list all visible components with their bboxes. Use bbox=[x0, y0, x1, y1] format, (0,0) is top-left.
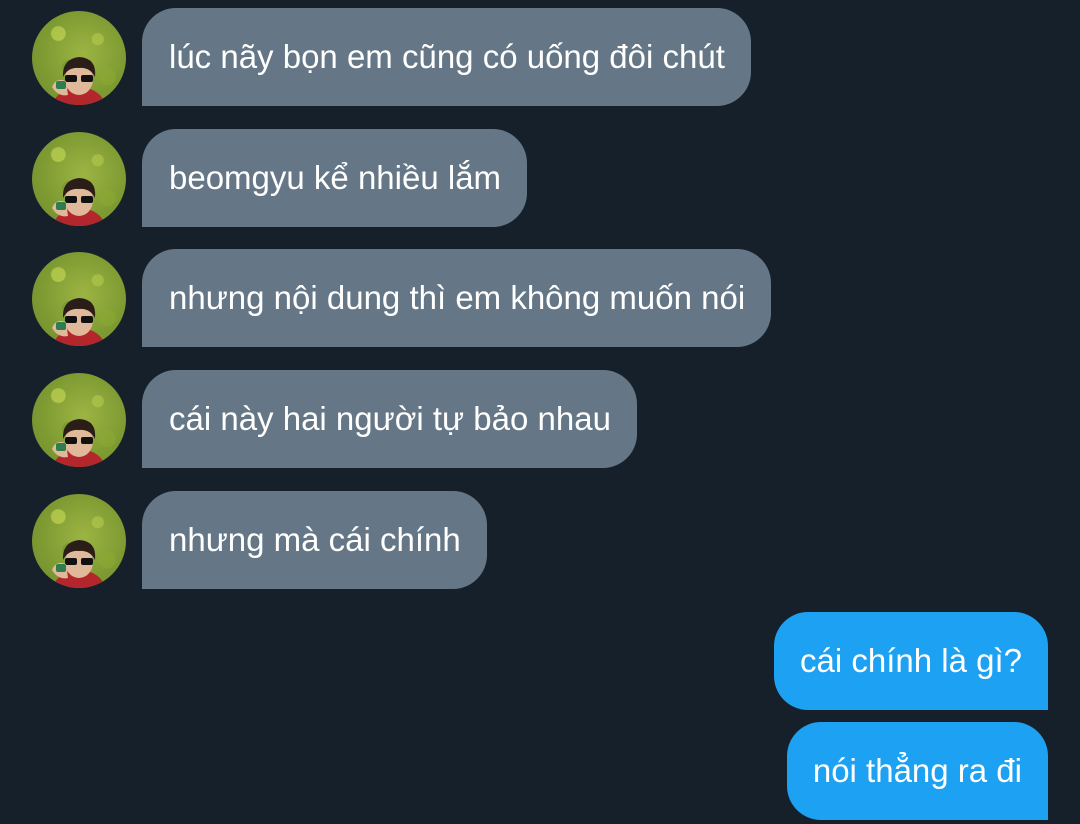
message-text: cái chính là gì? bbox=[800, 642, 1022, 679]
message-row-incoming: nhưng nội dung thì em không muốn nói bbox=[0, 249, 1080, 349]
incoming-message-bubble[interactable]: beomgyu kể nhiều lắm bbox=[142, 129, 528, 227]
message-text: cái này hai người tự bảo nhau bbox=[169, 400, 611, 437]
message-text: beomgyu kể nhiều lắm bbox=[169, 159, 502, 196]
message-row-incoming: cái này hai người tự bảo nhau bbox=[0, 370, 1080, 470]
message-text: nhưng nội dung thì em không muốn nói bbox=[169, 279, 746, 316]
message-text: nói thẳng ra đi bbox=[812, 752, 1022, 789]
message-row-outgoing: nói thẳng ra đi bbox=[0, 722, 1080, 822]
message-row-outgoing: cái chính là gì? bbox=[0, 612, 1080, 712]
chat-thread: lúc nãy bọn em cũng có uống đôi chút beo… bbox=[0, 0, 1080, 824]
outgoing-message-bubble[interactable]: cái chính là gì? bbox=[774, 612, 1048, 710]
avatar-icon[interactable] bbox=[32, 252, 126, 346]
message-row-incoming: lúc nãy bọn em cũng có uống đôi chút bbox=[0, 8, 1080, 108]
outgoing-message-bubble[interactable]: nói thẳng ra đi bbox=[786, 722, 1048, 820]
message-text: nhưng mà cái chính bbox=[169, 521, 461, 558]
incoming-message-bubble[interactable]: nhưng nội dung thì em không muốn nói bbox=[142, 249, 772, 347]
avatar-icon[interactable] bbox=[32, 373, 126, 467]
message-row-incoming: nhưng mà cái chính bbox=[0, 491, 1080, 591]
avatar-icon[interactable] bbox=[32, 11, 126, 105]
avatar-icon[interactable] bbox=[32, 132, 126, 226]
message-row-incoming: beomgyu kể nhiều lắm bbox=[0, 129, 1080, 229]
incoming-message-bubble[interactable]: cái này hai người tự bảo nhau bbox=[142, 370, 637, 468]
incoming-message-bubble[interactable]: nhưng mà cái chính bbox=[142, 491, 487, 589]
avatar-icon[interactable] bbox=[32, 494, 126, 588]
message-text: lúc nãy bọn em cũng có uống đôi chút bbox=[169, 38, 725, 75]
incoming-message-bubble[interactable]: lúc nãy bọn em cũng có uống đôi chút bbox=[142, 8, 751, 106]
